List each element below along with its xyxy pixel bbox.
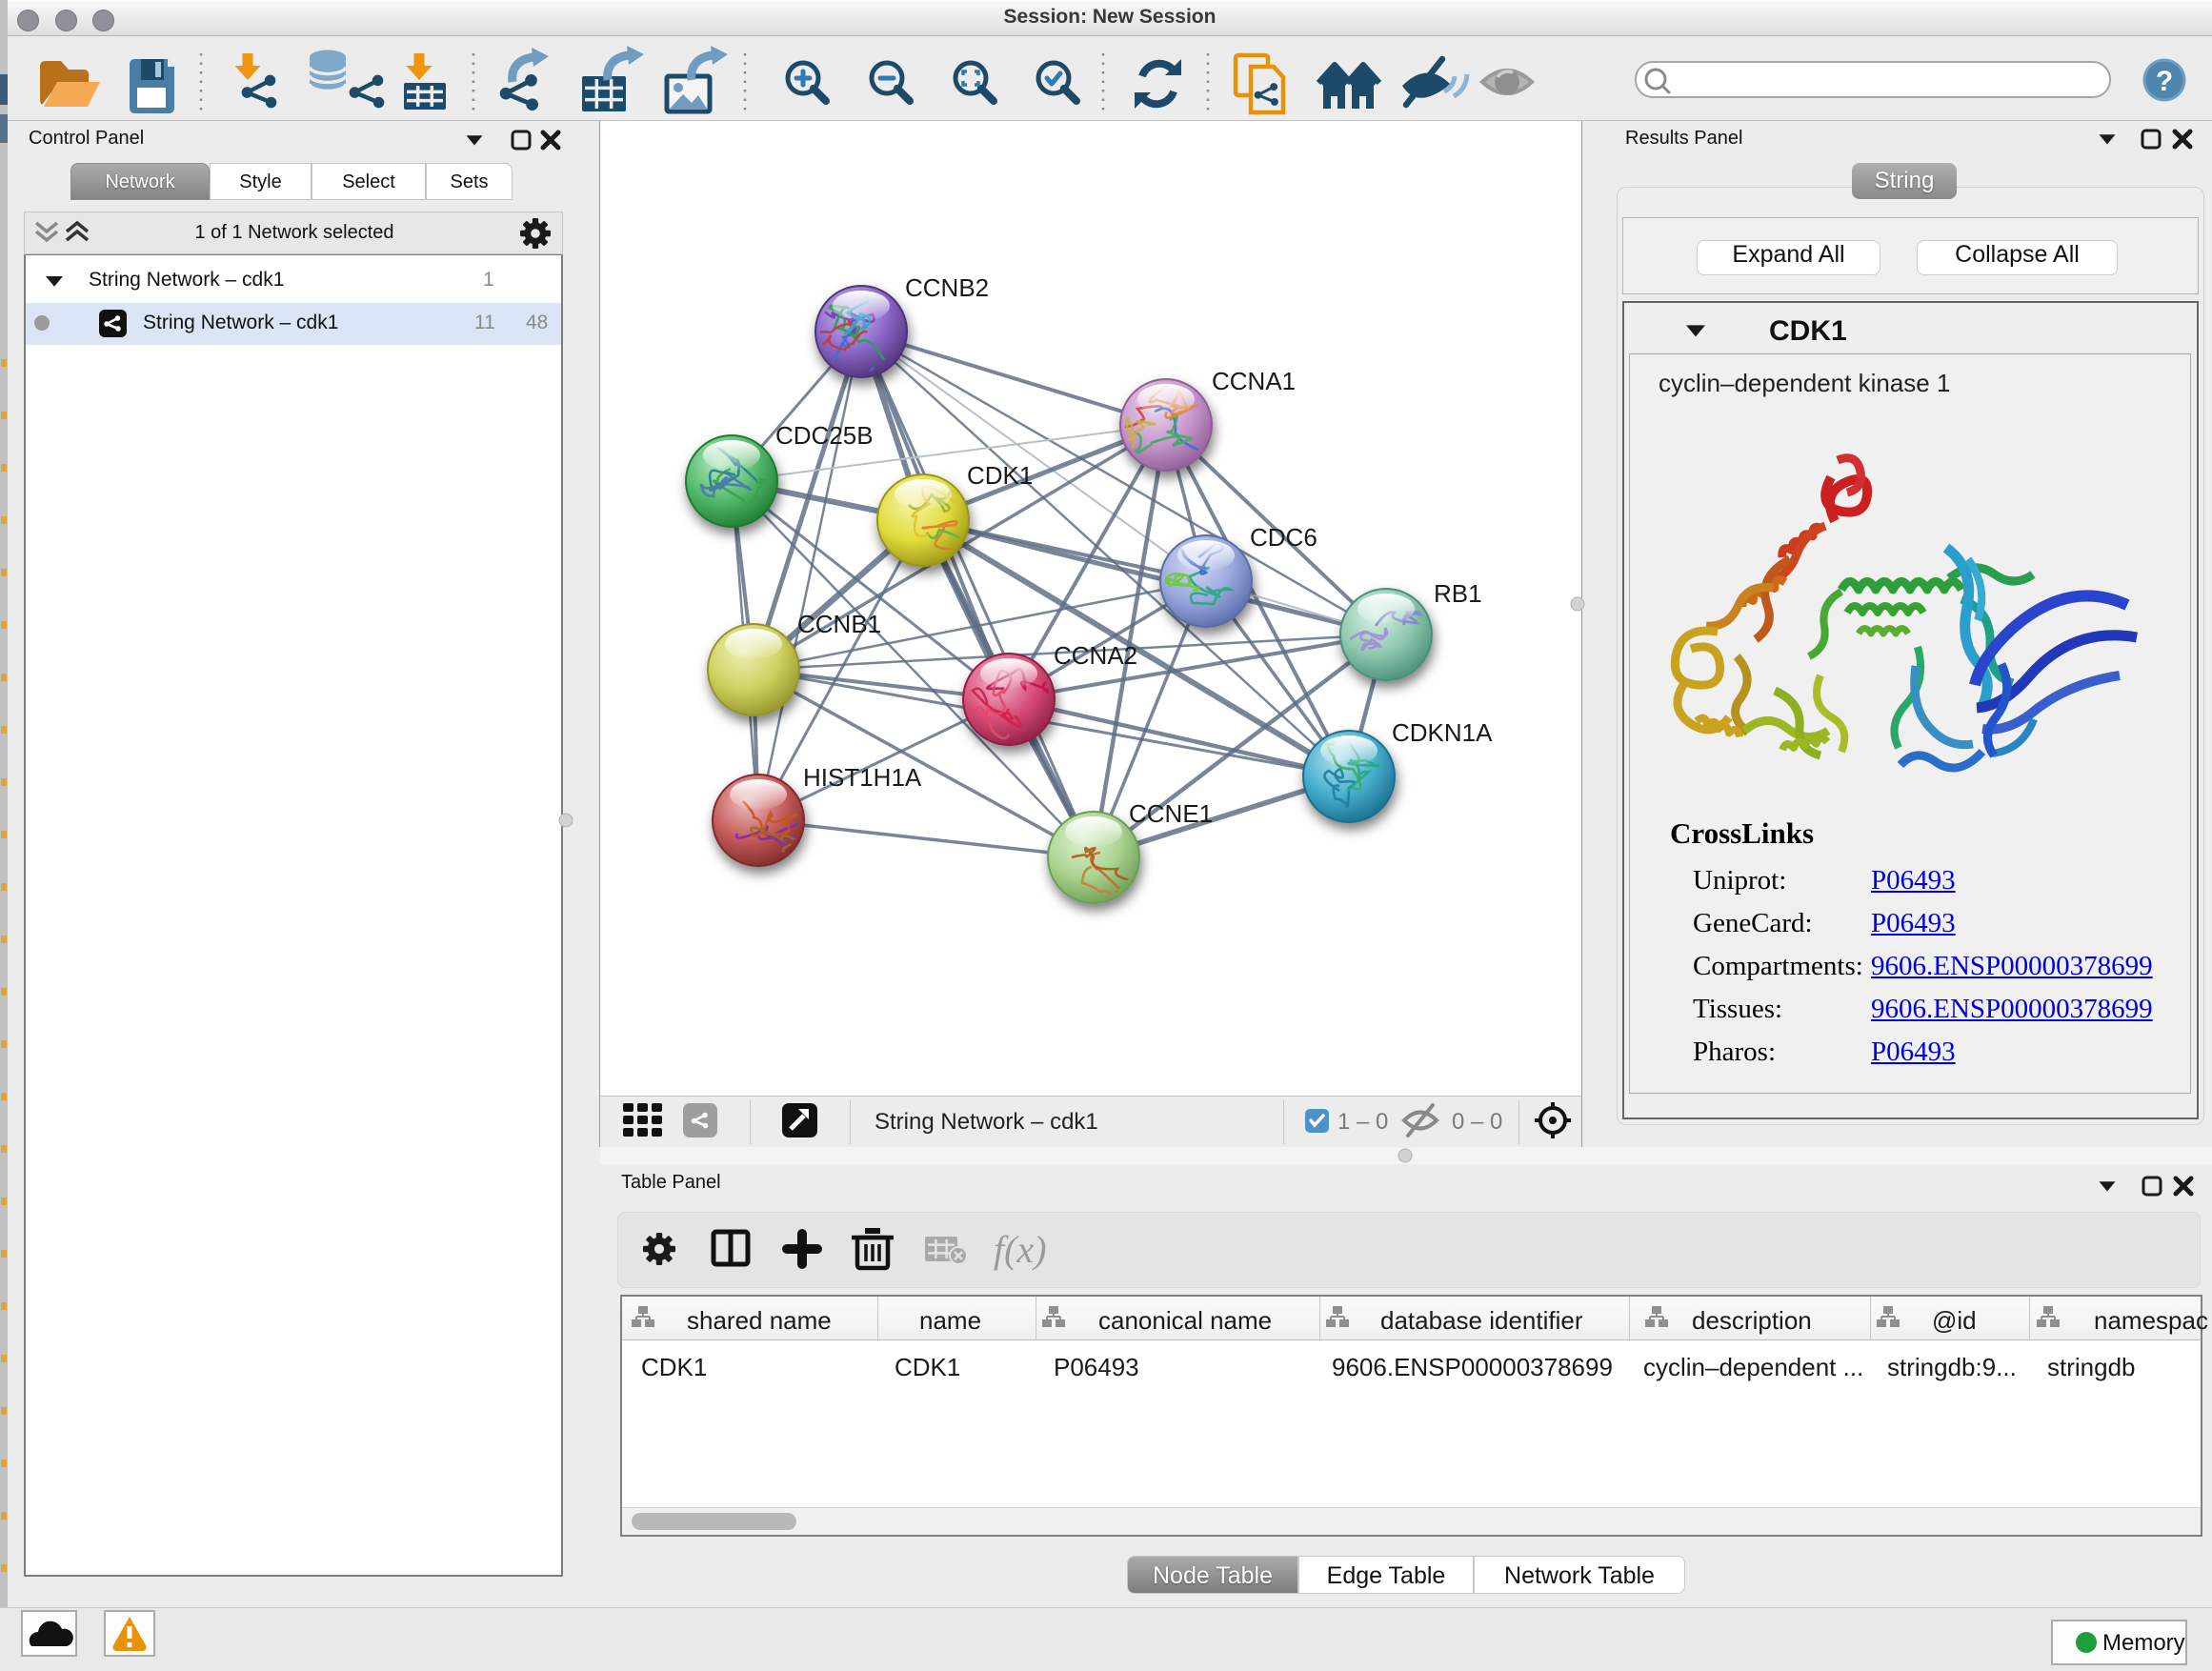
svg-text:CCNB1: CCNB1	[797, 610, 881, 638]
svg-text:CDKN1A: CDKN1A	[1392, 718, 1493, 747]
svg-text:HIST1H1A: HIST1H1A	[803, 763, 922, 792]
svg-text:CCNA1: CCNA1	[1212, 367, 1296, 395]
svg-text:CDK1: CDK1	[967, 461, 1033, 490]
svg-text:RB1: RB1	[1434, 579, 1482, 608]
svg-text:CCNE1: CCNE1	[1129, 799, 1213, 828]
svg-text:CDC6: CDC6	[1250, 523, 1317, 552]
svg-text:CCNB2: CCNB2	[905, 273, 989, 302]
svg-text:CDC25B: CDC25B	[775, 421, 874, 450]
svg-text:CCNA2: CCNA2	[1054, 641, 1137, 670]
